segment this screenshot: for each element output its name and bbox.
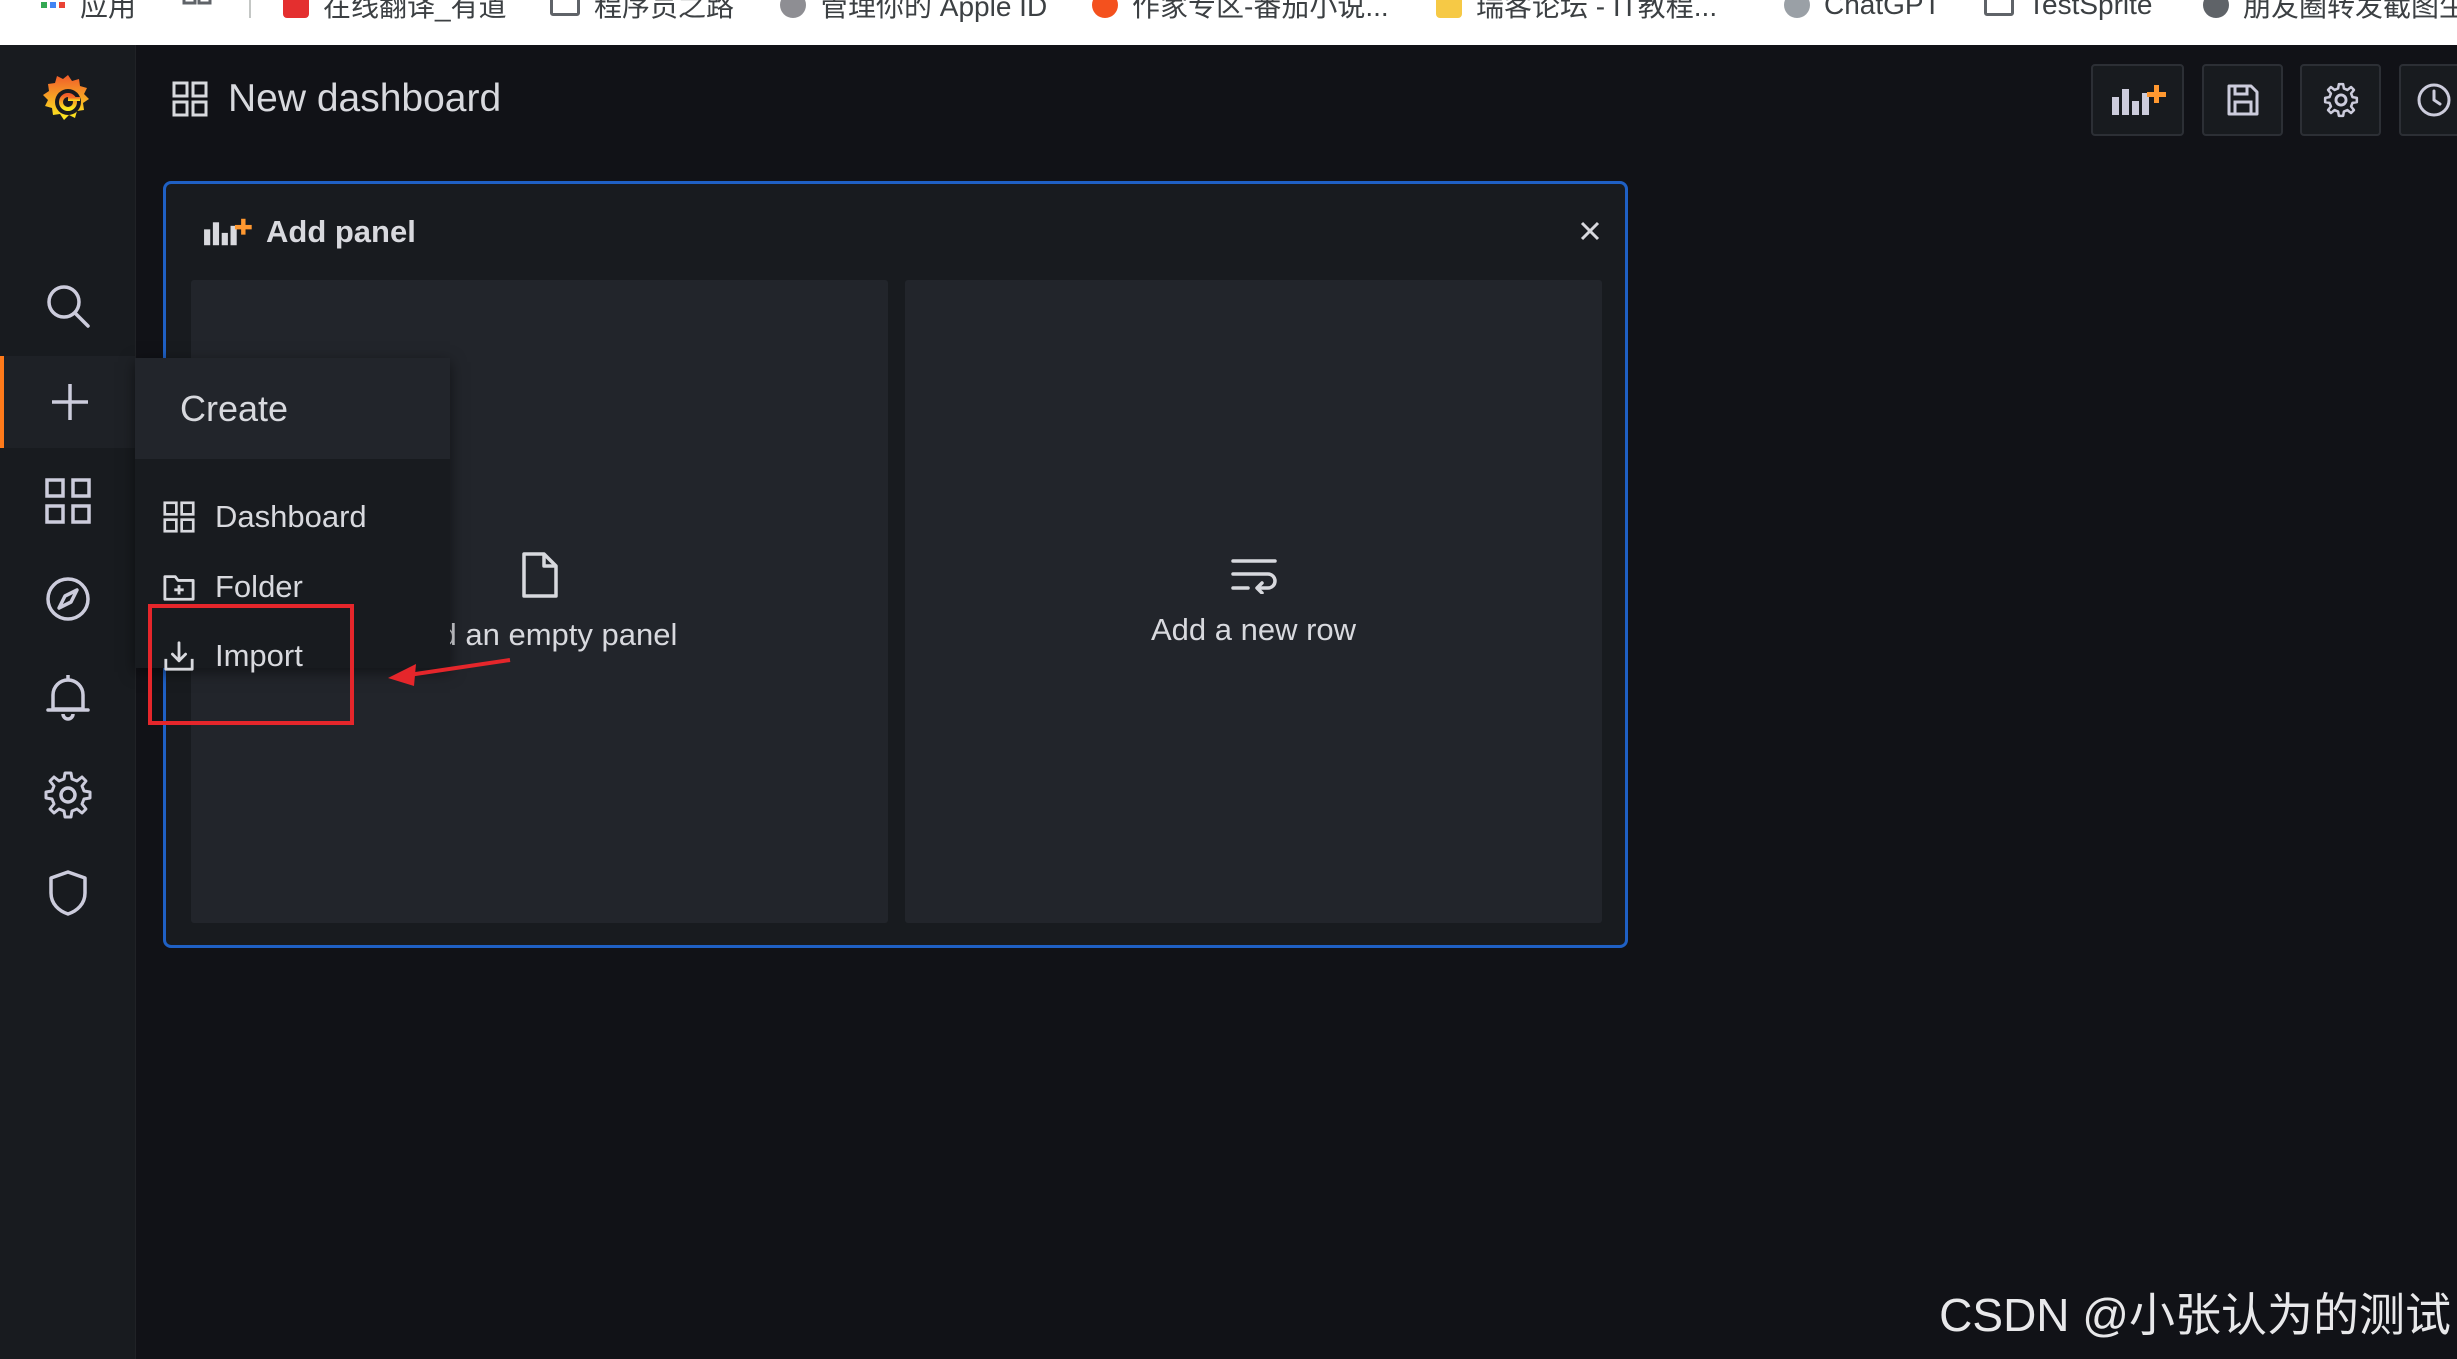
openai-icon — [1784, 0, 1810, 18]
menu-item-label: Dashboard — [215, 499, 367, 534]
add-new-row-label: Add a new row — [1150, 611, 1357, 647]
bookmark-label: 管理你的 Apple ID — [820, 0, 1048, 22]
page-title: New dashboard — [228, 77, 502, 120]
apps-icon — [163, 501, 195, 533]
grafana-logo — [42, 75, 89, 120]
sidemenu-alerting[interactable] — [0, 651, 135, 743]
bookmark-testsprite[interactable]: TestSprite — [1984, 0, 2153, 22]
time-picker-button[interactable] — [2399, 64, 2457, 136]
youdao-icon — [283, 0, 309, 18]
close-button[interactable] — [1579, 220, 1601, 242]
bell-icon — [45, 675, 90, 721]
save-icon — [2227, 84, 2258, 116]
shield-icon — [48, 870, 87, 916]
bookmark-label: 程序员之路 — [594, 0, 735, 22]
bookmark-label: 朋友圈转发截图生 — [2243, 0, 2457, 22]
bookmark-youdao[interactable]: 在线翻译_有道 — [283, 0, 507, 22]
folder-plus-icon — [163, 575, 195, 601]
create-menu-title: Create — [180, 387, 289, 429]
clock-icon — [2417, 83, 2451, 117]
apps-grid-icon — [41, 2, 65, 8]
save-dashboard-button[interactable] — [2202, 64, 2283, 136]
bookmark-grid[interactable] — [182, 0, 212, 22]
menu-item-label: Folder — [215, 569, 303, 604]
close-icon — [1580, 221, 1600, 241]
bookmark-programmer[interactable]: 程序员之路 — [550, 0, 734, 22]
sidemenu-create[interactable] — [0, 356, 135, 448]
watermark: CSDN @小张认为的测试 — [1939, 1289, 2451, 1341]
bookmark-forum[interactable]: 瑞客论坛 - IT教程... — [1436, 0, 1717, 22]
add-panel-header: Add panel — [200, 214, 416, 250]
gear-icon — [44, 771, 91, 819]
bookmark-label: TestSprite — [2028, 0, 2153, 20]
apps-icon — [172, 81, 208, 117]
side-menu — [0, 45, 136, 1359]
gear-icon — [2323, 82, 2358, 118]
sidemenu-search[interactable] — [0, 260, 135, 352]
add-panel-icon — [204, 218, 252, 246]
bookmark-label: ChatGPT — [1824, 0, 1941, 20]
add-panel-title: Add panel — [266, 214, 416, 249]
plus-icon — [51, 384, 88, 420]
grafana-home-logo[interactable] — [0, 55, 135, 147]
dashboard-settings-button[interactable] — [2300, 64, 2381, 136]
bookmark-wechat-tool[interactable]: 朋友圈转发截图生 — [2203, 0, 2457, 22]
add-new-row-button[interactable]: Add a new row — [905, 280, 1602, 923]
bookmark-label: 应用 — [80, 0, 137, 22]
bookmarks-bar: 应用 在线翻译_有道 程序员之路 管理你的 Apple ID 作家专区-番茄小说… — [0, 0, 2457, 45]
folder-icon — [550, 0, 580, 16]
grid-icon — [182, 0, 212, 5]
bookmark-label: 作家专区-番茄小说... — [1132, 0, 1389, 22]
file-blank-icon — [521, 551, 558, 598]
bookmark-label: 瑞客论坛 - IT教程... — [1476, 0, 1718, 22]
sidemenu-server-admin[interactable] — [0, 847, 135, 939]
apps-icon — [44, 478, 91, 524]
globe-icon — [2203, 0, 2229, 18]
sidemenu-configuration[interactable] — [0, 749, 135, 841]
sidemenu-dashboards[interactable] — [0, 455, 135, 547]
wrap-lines-icon — [1230, 558, 1277, 594]
sidemenu-explore[interactable] — [0, 553, 135, 645]
dashboard-title[interactable]: New dashboard — [172, 74, 501, 124]
bookmark-chatgpt[interactable]: ChatGPT — [1784, 0, 1941, 22]
bookmark-apple-id[interactable]: 管理你的 Apple ID — [780, 0, 1047, 22]
forum-icon — [1436, 0, 1462, 18]
search-icon — [46, 285, 90, 328]
annotation-highlight-box — [148, 604, 354, 725]
tomato-icon — [1092, 0, 1118, 18]
bookmark-apps[interactable]: 应用 — [40, 0, 136, 22]
bookmark-fanqie[interactable]: 作家专区-番茄小说... — [1092, 0, 1389, 22]
bookmark-separator — [249, 0, 251, 18]
apple-icon — [780, 0, 806, 18]
create-menu-header[interactable]: Create — [135, 358, 450, 459]
folder-icon — [1984, 0, 2014, 16]
bookmark-label: 在线翻译_有道 — [323, 0, 507, 22]
add-panel-icon — [2111, 85, 2166, 115]
add-panel-button[interactable] — [2091, 64, 2184, 136]
create-menu-item-dashboard[interactable]: Dashboard — [163, 492, 367, 542]
compass-icon — [45, 577, 90, 621]
annotation-arrow — [388, 658, 511, 686]
